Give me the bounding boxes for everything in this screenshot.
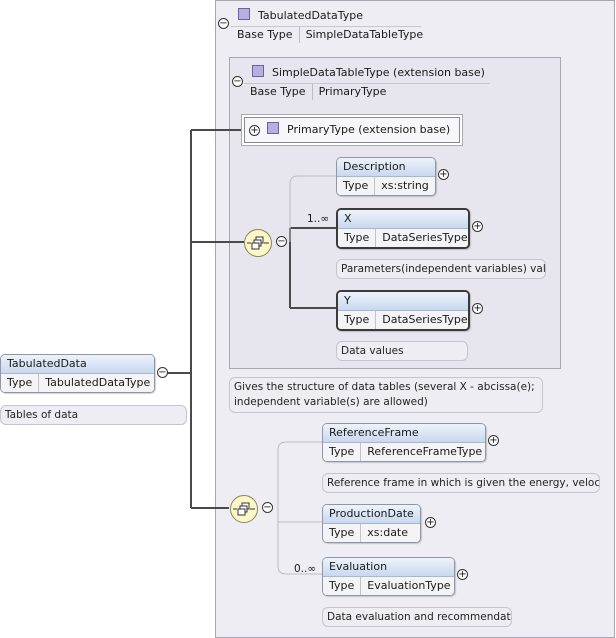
reference-frame-annotation: Reference frame in which is given the en… [322, 473, 600, 493]
connector-lines [166, 129, 336, 575]
collapse-root-button[interactable]: − [157, 367, 168, 378]
expand-description-button[interactable]: + [438, 169, 449, 180]
sequence-compositor-icon[interactable] [230, 495, 258, 523]
primary-type-extension-box[interactable]: + PrimaryType (extension base) [244, 117, 460, 143]
production-date-type-key: Type [323, 524, 362, 542]
inner-type-annotation: Gives the structure of data tables (seve… [229, 377, 543, 413]
evaluation-element-name: Evaluation [323, 558, 454, 577]
primary-type-name: PrimaryType (extension base) [287, 123, 451, 136]
description-type-row: Type xs:string [337, 177, 435, 195]
reference-frame-element-node[interactable]: ReferenceFrame Type ReferenceFrameType [322, 423, 486, 462]
y-annotation: Data values [336, 341, 468, 361]
reference-frame-type-key: Type [323, 443, 362, 461]
production-date-element-name: ProductionDate [323, 505, 420, 524]
y-type-value: DataSeriesType [382, 313, 468, 326]
reference-frame-type-value: ReferenceFrameType [367, 445, 483, 458]
evaluation-type-key: Type [323, 577, 362, 595]
complex-type-icon [267, 122, 279, 134]
x-element-node[interactable]: X Type DataSeriesType [336, 208, 470, 249]
description-type-value: xs:string [381, 179, 429, 192]
root-type-value: TabulatedDataType [45, 376, 151, 389]
root-element-name: TabulatedData [1, 355, 154, 374]
reference-frame-element-name: ReferenceFrame [323, 424, 485, 443]
expand-evaluation-button[interactable]: + [457, 569, 468, 580]
y-element-node[interactable]: Y Type DataSeriesType [336, 290, 470, 331]
root-type-key: Type [1, 374, 40, 392]
x-annotation: Parameters(independent variables) values [336, 259, 546, 279]
x-type-key: Type [338, 229, 377, 247]
y-type-key: Type [338, 311, 377, 329]
production-date-type-value: xs:date [367, 526, 409, 539]
x-type-row: Type DataSeriesType [338, 229, 468, 247]
x-multiplicity: 1..∞ [307, 213, 330, 225]
expand-primary-type-button[interactable]: + [249, 125, 260, 136]
expand-production-date-button[interactable]: + [425, 517, 436, 528]
y-element-name: Y [338, 292, 468, 311]
expand-x-button[interactable]: + [472, 221, 483, 232]
root-element-node[interactable]: TabulatedData Type TabulatedDataType [0, 354, 155, 393]
reference-frame-type-row: Type ReferenceFrameType [323, 443, 485, 461]
root-annotation: Tables of data [0, 405, 187, 425]
root-type-row: Type TabulatedDataType [1, 374, 154, 392]
sequence-icon-glyph [233, 502, 255, 516]
sequence-compositor-icon[interactable] [244, 229, 272, 257]
description-element-name: Description [337, 158, 435, 177]
production-date-type-row: Type xs:date [323, 524, 420, 542]
evaluation-type-value: EvaluationType [367, 579, 451, 592]
evaluation-annotation: Data evaluation and recommendation [322, 607, 512, 627]
description-type-key: Type [337, 177, 376, 195]
description-element-node[interactable]: Description Type xs:string [336, 157, 436, 196]
y-type-row: Type DataSeriesType [338, 311, 468, 329]
x-type-value: DataSeriesType [382, 231, 468, 244]
production-date-element-node[interactable]: ProductionDate Type xs:date [322, 504, 421, 543]
evaluation-type-row: Type EvaluationType [323, 577, 454, 595]
evaluation-element-node[interactable]: Evaluation Type EvaluationType [322, 557, 455, 596]
expand-y-button[interactable]: + [472, 303, 483, 314]
evaluation-multiplicity: 0..∞ [294, 563, 317, 575]
x-element-name: X [338, 210, 468, 229]
collapse-sequence-2-button[interactable]: − [262, 502, 273, 513]
collapse-sequence-1-button[interactable]: − [276, 236, 287, 247]
sequence-icon-glyph [247, 236, 269, 250]
expand-reference-frame-button[interactable]: + [488, 435, 499, 446]
primary-type-label: PrimaryType (extension base) [267, 118, 450, 142]
